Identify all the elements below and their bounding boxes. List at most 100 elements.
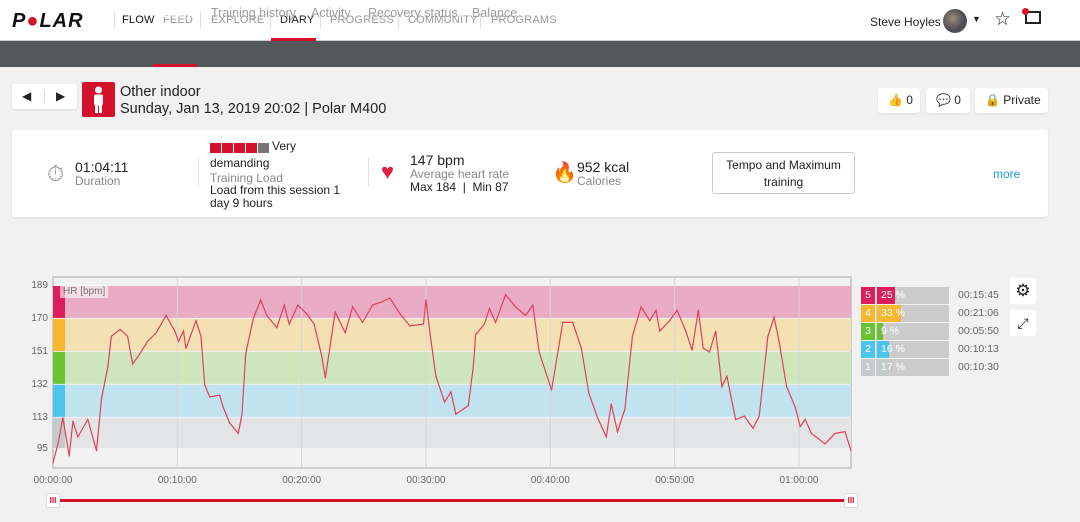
hr-data-point [425, 299, 427, 301]
hr-data-point [306, 313, 308, 315]
zone-number: 5 [861, 287, 876, 304]
hr-data-point [616, 431, 619, 433]
thumbs-up-icon: 👍 [888, 93, 903, 107]
hr-data-point [371, 304, 374, 306]
zone-band-3 [53, 351, 851, 384]
load-bar [210, 143, 221, 153]
hr-data-point [381, 301, 384, 303]
hr-data-point [68, 455, 70, 457]
comment-count: 0 [954, 93, 961, 107]
hr-data-point [320, 354, 323, 356]
hr-data-point [810, 432, 813, 434]
privacy-button[interactable]: 🔒 Private [975, 88, 1048, 113]
subnav-balance[interactable]: Balance [472, 6, 517, 20]
load-bar [222, 143, 233, 153]
hr-data-point [610, 403, 612, 405]
hr-data-point [685, 330, 687, 332]
x-tick-label: 00:40:00 [530, 475, 570, 486]
comment-button[interactable]: 💬 0 [926, 88, 970, 113]
hr-data-point [631, 335, 633, 337]
subnav-training-history[interactable]: Training history [211, 6, 296, 20]
hr-data-point [57, 443, 59, 445]
zone-number: 3 [861, 323, 876, 340]
subnav-diary[interactable]: Diary [163, 6, 192, 20]
zone-row-5[interactable]: 5 25 % [861, 287, 949, 304]
calories-label: Calories [577, 174, 622, 188]
hr-data-point [209, 396, 211, 398]
hr-data-point [691, 349, 693, 351]
hr-data-point [562, 321, 564, 324]
avatar[interactable] [943, 9, 967, 33]
zone-row-2[interactable]: 2 16 % [861, 341, 949, 358]
hr-data-point [344, 332, 346, 334]
hr-data-point [200, 335, 202, 337]
more-link[interactable]: more [993, 167, 1020, 181]
star-icon[interactable]: ☆ [994, 8, 1011, 31]
range-slider-start-handle[interactable]: III [46, 493, 60, 508]
x-tick-label: 00:10:00 [157, 475, 197, 486]
x-tick-label: 01:00:00 [779, 475, 819, 486]
zone-marker-3 [53, 351, 65, 384]
zone-row-1[interactable]: 1 17 % [861, 359, 949, 376]
zone-time: 00:10:13 [958, 343, 999, 355]
zone-row-3[interactable]: 3 9 % [861, 323, 949, 340]
zone-percent: 9 % [881, 325, 900, 337]
divider [200, 12, 201, 28]
hr-data-point [605, 436, 607, 438]
privacy-label: Private [1003, 93, 1041, 107]
zone-row-4[interactable]: 4 33 % [861, 305, 949, 322]
like-button[interactable]: 👍 0 [878, 88, 920, 113]
y-tick-label: 95 [36, 443, 48, 454]
hr-data-point [669, 320, 671, 322]
hr-data-point [580, 347, 583, 350]
hr-min-max: Max 184 | Min 87 [410, 180, 509, 194]
hr-data-point [640, 306, 642, 308]
hr-data-point [538, 351, 540, 353]
hr-data-point [237, 432, 239, 434]
series-label: HR [bpm] [60, 285, 109, 298]
person-sport-icon [82, 82, 115, 117]
divider [198, 157, 199, 187]
hr-data-point [475, 333, 477, 336]
zone-number: 2 [861, 341, 876, 358]
gear-icon[interactable]: ⚙ [1010, 278, 1036, 304]
hr-data-point [260, 299, 262, 301]
hr-data-point [185, 347, 187, 350]
hr-data-point [204, 384, 206, 386]
zone-percent: 17 % [881, 361, 905, 373]
hr-data-point [676, 309, 678, 311]
session-pager: ◀ ▶ [12, 84, 77, 109]
subnav-recovery-status[interactable]: Recovery status [368, 6, 458, 20]
previous-arrow-icon[interactable]: ◀ [22, 89, 31, 103]
hr-data-point [182, 330, 185, 332]
range-slider-end-handle[interactable]: III [844, 493, 858, 508]
hr-data-point [624, 408, 626, 410]
y-tick-label: 132 [31, 378, 48, 390]
caret-down-icon[interactable]: ▼ [972, 14, 981, 24]
hr-data-point [361, 321, 364, 324]
hr-data-point [87, 418, 89, 421]
next-arrow-icon[interactable]: ▶ [56, 89, 65, 103]
fullscreen-expand-icon[interactable]: ⤢ [1010, 310, 1036, 336]
zone-number: 1 [861, 359, 876, 376]
subnav-activity[interactable]: Activity [311, 6, 351, 20]
user-name[interactable]: Steve Hoyles [870, 15, 941, 29]
hr-data-point [572, 321, 574, 324]
hr-data-point [95, 450, 98, 452]
hr-data-point [174, 330, 176, 332]
divider [114, 12, 115, 28]
training-benefit-button[interactable]: Tempo and Maximum training [712, 152, 855, 194]
nav-flow[interactable]: FLOW [122, 14, 155, 26]
x-tick-label: 00:50:00 [655, 475, 695, 486]
hr-data-point [799, 425, 801, 428]
hr-data-point [324, 377, 326, 379]
hr-data-point [743, 415, 745, 417]
zone-time: 00:05:50 [958, 325, 999, 337]
like-count: 0 [906, 93, 913, 107]
polar-logo[interactable]: P●LAR [12, 10, 84, 33]
duration-label: Duration [75, 174, 121, 188]
range-slider-track[interactable] [53, 499, 851, 502]
hr-data-point [488, 307, 491, 310]
hr-data-point [146, 340, 149, 343]
hr-data-point [266, 314, 268, 317]
